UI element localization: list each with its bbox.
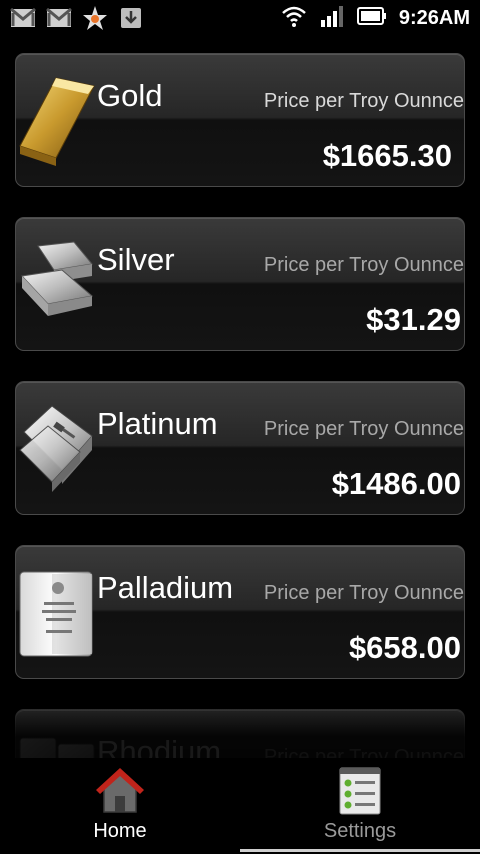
clock: 9:26AM xyxy=(398,7,470,29)
price-unit-label: Price per Troy Ounnce xyxy=(263,90,464,112)
metal-item-silver[interactable]: Silver Price per Troy Ounnce $31.29 xyxy=(15,217,465,351)
bottom-tab-bar: Home Settings xyxy=(0,758,480,854)
metal-item-platinum[interactable]: Platinum Price per Troy Ounnce $1486.00 xyxy=(15,381,465,515)
price-unit-label: Price per Troy Ounnce xyxy=(263,418,464,440)
price-unit-label: Price per Troy Ounnce xyxy=(263,582,464,604)
gmail-icon xyxy=(46,6,72,30)
metal-name: Rhodium xyxy=(97,734,222,758)
price-unit-label: Price per Troy Ounnce xyxy=(263,746,464,758)
status-bar: 9:26AM xyxy=(0,0,480,38)
metal-price: $658.00 xyxy=(348,630,461,665)
tab-label: Settings xyxy=(323,820,397,842)
metal-item-rhodium[interactable]: Rhodium Price per Troy Ounnce xyxy=(15,709,465,758)
metal-price: $1486.00 xyxy=(331,466,461,501)
metal-name: Silver xyxy=(97,242,175,277)
tab-settings[interactable]: Settings xyxy=(240,758,480,854)
metal-price: $1665.30 xyxy=(322,138,452,173)
battery-icon xyxy=(356,5,387,32)
price-unit-label: Price per Troy Ounnce xyxy=(263,254,464,276)
palladium-bar-icon xyxy=(18,564,96,660)
download-icon xyxy=(118,6,144,30)
metal-price: $31.29 xyxy=(366,302,461,337)
wifi-icon xyxy=(281,4,307,33)
metal-item-gold[interactable]: Gold Price per Troy Ounnce $1665.30 xyxy=(15,53,465,187)
metal-price-list[interactable]: Gold Price per Troy Ounnce $1665.30 Silv… xyxy=(0,38,480,758)
gmail-icon xyxy=(10,6,36,30)
star-notification-icon xyxy=(82,6,108,30)
home-icon xyxy=(96,766,144,816)
signal-icon xyxy=(319,4,345,33)
tab-indicator xyxy=(240,849,480,852)
tab-home[interactable]: Home xyxy=(0,758,240,854)
metal-item-palladium[interactable]: Palladium Price per Troy Ounnce $658.00 xyxy=(15,545,465,679)
metal-name: Palladium xyxy=(97,570,234,605)
metal-name: Platinum xyxy=(97,406,218,441)
settings-list-icon xyxy=(336,766,384,816)
platinum-bars-icon xyxy=(18,400,96,496)
gold-bar-icon xyxy=(18,72,96,168)
metal-name: Gold xyxy=(97,78,163,113)
rhodium-bars-icon xyxy=(18,728,96,758)
tab-label: Home xyxy=(93,820,147,842)
silver-bars-icon xyxy=(18,236,96,332)
